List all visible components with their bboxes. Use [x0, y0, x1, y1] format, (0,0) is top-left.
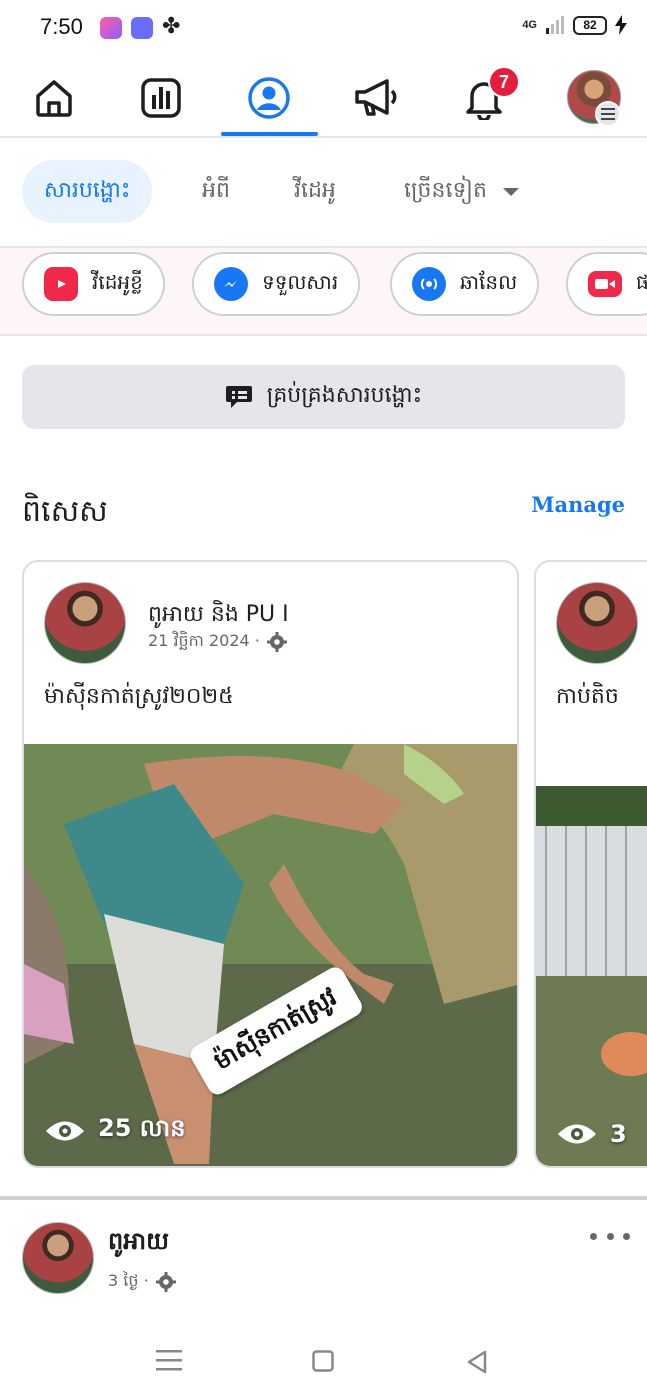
settings-gear-icon	[155, 1272, 176, 1292]
messages-label: ទទួលសារ	[262, 270, 339, 294]
view-count-label: 25 លាន	[98, 1114, 186, 1142]
weather-notification-icon	[131, 17, 153, 39]
messages-pill[interactable]: ទទួលសារ	[192, 252, 361, 316]
featured-video-thumbnail[interactable]: ម៉ាស៊ីនកាត់ស្រូវ 25 លាន	[24, 744, 517, 1166]
status-right: 4G 82	[522, 15, 627, 35]
channel-pill[interactable]: ឆានែល	[390, 252, 540, 316]
pinwheel-notification-icon: ✤	[162, 14, 181, 39]
battery-indicator: 82	[573, 15, 607, 35]
notification-badge: 7	[488, 66, 520, 98]
tab-more-label: ច្រើនទៀត	[404, 177, 487, 203]
tab-about-label: អំពី	[202, 177, 230, 203]
chevron-down-icon	[502, 187, 519, 196]
harvest-scene-image	[24, 744, 517, 1166]
back-icon[interactable]	[466, 1350, 488, 1374]
section-divider	[0, 1196, 647, 1200]
yard-scene-image	[536, 786, 647, 1166]
channel-label: ឆានែល	[460, 270, 518, 294]
manage-posts-label: គ្រប់គ្រងសារបង្ហោះ	[266, 383, 423, 408]
nav-insights[interactable]	[131, 68, 191, 128]
insights-icon	[141, 78, 181, 118]
post-meta: 3 ថ្ងៃ ·	[108, 1270, 177, 1294]
nav-notifications[interactable]: 7	[454, 66, 520, 128]
top-navigation: 7	[0, 58, 647, 138]
status-time: 7:50	[40, 14, 83, 39]
featured-video-thumbnail[interactable]: 3	[536, 786, 647, 1166]
avatar[interactable]	[556, 582, 638, 664]
tab-posts[interactable]: សារបង្ហោះ	[22, 160, 153, 223]
more-options-icon[interactable]	[590, 1222, 630, 1250]
eye-icon	[46, 1121, 84, 1140]
manage-posts-icon	[225, 386, 252, 408]
tab-more[interactable]: ច្រើនទៀត	[382, 160, 541, 223]
nav-ads[interactable]	[346, 68, 406, 128]
live-video-icon	[588, 271, 622, 297]
manage-featured-link[interactable]: Manage	[531, 492, 625, 517]
tab-videos[interactable]: វីដេអូ	[272, 160, 358, 223]
view-count: 25 លាន	[44, 1113, 185, 1148]
tab-videos-label: វីដេអូ	[294, 177, 336, 203]
post-author[interactable]: ពូអាយ	[108, 1226, 169, 1261]
featured-card[interactable]: ពូអាយ និង PU I 21 វិច្ឆិកា 2024 · ម៉ាស៊ី…	[22, 560, 519, 1168]
post-time: 3 ថ្ងៃ ·	[108, 1271, 149, 1290]
tab-posts-label: សារបង្ហោះ	[44, 177, 131, 203]
menu-icon[interactable]	[595, 101, 621, 127]
eye-icon	[558, 1124, 596, 1144]
signal-icon	[546, 16, 564, 34]
reels-pill[interactable]: វីដេអូខ្លី	[22, 252, 165, 316]
network-label: 4G	[522, 19, 537, 31]
recent-apps-icon[interactable]	[156, 1348, 182, 1372]
reels-label: វីដេអូខ្លី	[92, 270, 143, 294]
live-pill[interactable]: ផ	[566, 252, 647, 316]
card-text: កាប់តិច	[556, 684, 619, 709]
app-notification-icon	[100, 17, 122, 39]
card-meta: 21 វិច្ឆិកា 2024 ·	[148, 630, 288, 654]
messenger-icon	[214, 267, 248, 301]
megaphone-icon	[355, 79, 397, 116]
avatar[interactable]	[22, 1222, 94, 1294]
featured-title: ពិសេស	[22, 494, 108, 529]
home-button-icon[interactable]	[312, 1350, 334, 1372]
card-date: 21 វិច្ឆិកា 2024 ·	[148, 631, 260, 650]
featured-card[interactable]: កាប់តិច 3	[534, 560, 647, 1168]
nav-profile[interactable]	[239, 68, 299, 128]
system-navigation-bar	[0, 1330, 647, 1400]
channel-icon	[412, 267, 446, 301]
view-count: 3	[556, 1120, 627, 1148]
status-bar: 7:50 ✤ 4G 82	[0, 0, 647, 58]
profile-icon	[248, 77, 290, 119]
settings-gear-icon	[266, 632, 287, 652]
avatar[interactable]	[44, 582, 126, 664]
shortcut-pills: វីដេអូខ្លី ទទួលសារ ឆានែល ផ	[0, 246, 647, 336]
profile-subtabs: សារបង្ហោះ អំពី វីដេអូ ច្រើនទៀត	[0, 140, 647, 244]
live-label: ផ	[636, 269, 647, 299]
tab-about[interactable]: អំពី	[180, 160, 252, 223]
home-icon	[36, 80, 72, 117]
reels-icon	[44, 267, 78, 301]
view-count-label: 3	[610, 1120, 627, 1148]
nav-home[interactable]	[24, 68, 84, 128]
card-text: ម៉ាស៊ីនកាត់ស្រូវ២០២៥	[44, 684, 234, 709]
nav-active-indicator	[221, 132, 318, 136]
manage-posts-button[interactable]: គ្រប់គ្រងសារបង្ហោះ	[22, 365, 625, 429]
charging-icon	[615, 15, 627, 35]
card-author[interactable]: ពូអាយ និង PU I	[148, 600, 289, 632]
